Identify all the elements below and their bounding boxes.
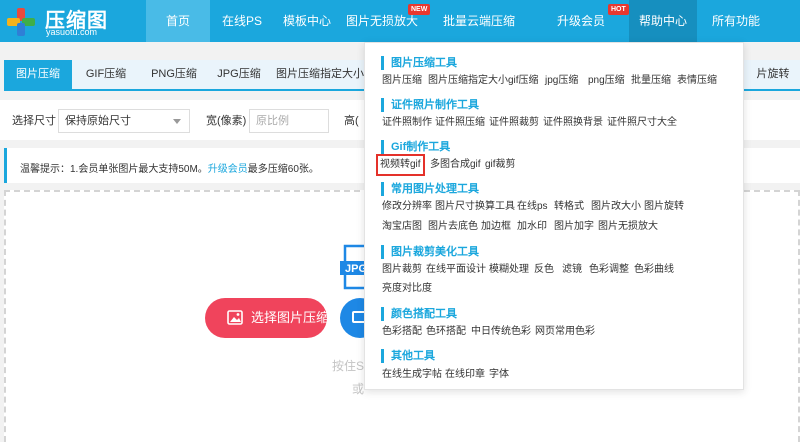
link-lossless-upscale[interactable]: 图片无损放大 <box>598 220 658 234</box>
link-add-border[interactable]: 加边框 <box>481 220 511 234</box>
link-resize-image[interactable]: 图片改大小 <box>591 200 641 214</box>
link-traditional-colors[interactable]: 中日传统色彩 <box>471 325 531 339</box>
section-title-gif-tools: Gif制作工具 <box>381 140 450 154</box>
section-title-common-tools: 常用图片处理工具 <box>381 182 479 196</box>
site-logo[interactable]: 压缩图 yasuotu.com <box>4 3 144 39</box>
width-label: 宽(像素) <box>206 115 247 127</box>
link-web-colors[interactable]: 网页常用色彩 <box>535 325 595 339</box>
nav-item-lossless-upscale[interactable]: 图片无损放大 NEW <box>340 0 431 42</box>
link-emoji-compress[interactable]: 表情压缩 <box>677 74 717 88</box>
nav-item-home[interactable]: 首页 <box>146 0 210 42</box>
nav-item-templates[interactable]: 模板中心 <box>274 0 340 42</box>
link-rotate-image[interactable]: 图片旋转 <box>644 200 684 214</box>
link-gif-crop[interactable]: gif裁剪 <box>485 158 516 172</box>
link-id-photo-compress[interactable]: 证件照压缩 <box>435 116 485 130</box>
link-multi-image-gif[interactable]: 多图合成gif <box>430 158 481 172</box>
upgrade-vip-link[interactable]: 升级会员 <box>208 164 248 175</box>
notice-suffix: 最多压缩60张。 <box>247 164 319 175</box>
notice-text: 温馨提示：1.会员单张图片最大支持50M。升级会员最多压缩60张。 <box>20 160 319 175</box>
link-blur[interactable]: 模糊处理 <box>489 263 529 277</box>
nav-item-label: 帮助中心 <box>638 14 687 28</box>
link-crop-image[interactable]: 图片裁剪 <box>382 263 422 277</box>
link-filter[interactable]: 滤镜 <box>562 263 582 277</box>
width-input[interactable] <box>249 109 329 133</box>
link-add-watermark[interactable]: 加水印 <box>517 220 547 234</box>
nav-item-all-features[interactable]: 所有功能 <box>700 0 772 42</box>
link-copybook[interactable]: 在线生成字帖 <box>382 368 442 382</box>
logo-domain: yasuotu.com <box>46 27 98 37</box>
section-title-compress-tools: 图片压缩工具 <box>381 56 457 70</box>
link-batch-compress[interactable]: 批量压缩 <box>631 74 671 88</box>
hot-badge: HOT <box>608 4 629 15</box>
logo-icon <box>7 8 35 36</box>
caret-down-icon <box>173 119 181 124</box>
section-title-color-tools: 颜色搭配工具 <box>381 307 457 321</box>
link-compress-to-size[interactable]: 图片压缩指定大小 <box>428 74 508 88</box>
link-id-photo-crop[interactable]: 证件照裁剪 <box>489 116 539 130</box>
link-invert[interactable]: 反色 <box>534 263 554 277</box>
link-convert-format[interactable]: 转格式 <box>554 200 584 214</box>
link-video-to-gif[interactable]: 视频转gif <box>376 154 425 176</box>
size-select-value: 保持原始尺寸 <box>65 115 131 127</box>
nav-item-label: 模板中心 <box>282 14 331 28</box>
section-title-other-tools: 其他工具 <box>381 349 435 363</box>
tab-jpg-compress[interactable]: JPG压缩 <box>208 60 270 89</box>
top-navigation-bar: 压缩图 yasuotu.com 首页 在线PS 模板中心 图片无损放大 NEW … <box>0 0 800 42</box>
section-title-id-photo-tools: 证件照片制作工具 <box>381 98 479 112</box>
link-png-compress[interactable]: png压缩 <box>588 74 625 88</box>
link-online-ps[interactable]: 在线ps <box>517 200 548 214</box>
notice-prefix: 温馨提示：1.会员单张图片最大支持50M。 <box>20 164 208 175</box>
link-id-photo-background[interactable]: 证件照换背景 <box>543 116 603 130</box>
height-label: 高( <box>344 115 359 127</box>
link-id-photo-sizes[interactable]: 证件照尺寸大全 <box>607 116 677 130</box>
link-id-photo-make[interactable]: 证件照制作 <box>382 116 432 130</box>
drag-hint: 按住S <box>332 359 365 373</box>
all-features-dropdown: 图片压缩工具 图片压缩 图片压缩指定大小 gif压缩 jpg压缩 png压缩 批… <box>364 42 744 390</box>
tab-compress-to-size[interactable]: 图片压缩指定大小 <box>270 60 370 89</box>
tab-rotate[interactable]: 片旋转 <box>746 60 800 89</box>
nav-item-label: 首页 <box>165 14 190 28</box>
link-brightness-contrast[interactable]: 亮度对比度 <box>382 282 432 296</box>
link-add-text[interactable]: 图片加字 <box>554 220 594 234</box>
size-select[interactable]: 保持原始尺寸 <box>58 109 190 133</box>
nav-item-label: 在线PS <box>221 14 262 28</box>
link-color-curve[interactable]: 色彩曲线 <box>634 263 674 277</box>
link-fonts[interactable]: 字体 <box>489 368 509 382</box>
nav-item-batch-cloud[interactable]: 批量云端压缩 <box>424 0 534 42</box>
nav-item-label: 批量云端压缩 <box>442 14 515 28</box>
tab-image-compress[interactable]: 图片压缩 <box>4 60 72 89</box>
nav-item-upgrade-vip[interactable]: 升级会员 HOT <box>544 0 629 42</box>
select-image-button[interactable]: 选择图片压缩 <box>205 298 330 338</box>
nav-item-label: 升级会员 <box>556 14 605 28</box>
link-online-seal[interactable]: 在线印章 <box>445 368 485 382</box>
link-color-wheel[interactable]: 色环搭配 <box>426 325 466 339</box>
link-color-adjust[interactable]: 色彩调整 <box>589 263 629 277</box>
link-online-design[interactable]: 在线平面设计 <box>426 263 486 277</box>
image-icon <box>227 310 243 325</box>
tab-png-compress[interactable]: PNG压缩 <box>140 60 208 89</box>
section-title-crop-beautify: 图片裁剪美化工具 <box>381 245 479 259</box>
link-gif-compress[interactable]: gif压缩 <box>508 74 539 88</box>
link-color-match[interactable]: 色彩搭配 <box>382 325 422 339</box>
nav-item-label: 图片无损放大 <box>345 14 418 28</box>
link-remove-background[interactable]: 图片去底色 <box>428 220 478 234</box>
link-taobao-image[interactable]: 淘宝店图 <box>382 220 422 234</box>
link-jpg-compress[interactable]: jpg压缩 <box>545 74 578 88</box>
select-image-label: 选择图片压缩 <box>251 310 330 325</box>
size-label: 选择尺寸 <box>12 115 56 127</box>
link-size-converter[interactable]: 图片尺寸换算工具 <box>435 200 515 214</box>
link-change-resolution[interactable]: 修改分辨率 <box>382 200 432 214</box>
tab-gif-compress[interactable]: GIF压缩 <box>72 60 140 89</box>
nav-item-help[interactable]: 帮助中心 <box>629 0 697 42</box>
nav-item-online-ps[interactable]: 在线PS <box>210 0 274 42</box>
nav-item-label: 所有功能 <box>711 14 760 28</box>
or-hint: 或 <box>352 382 365 396</box>
link-image-compress[interactable]: 图片压缩 <box>382 74 422 88</box>
